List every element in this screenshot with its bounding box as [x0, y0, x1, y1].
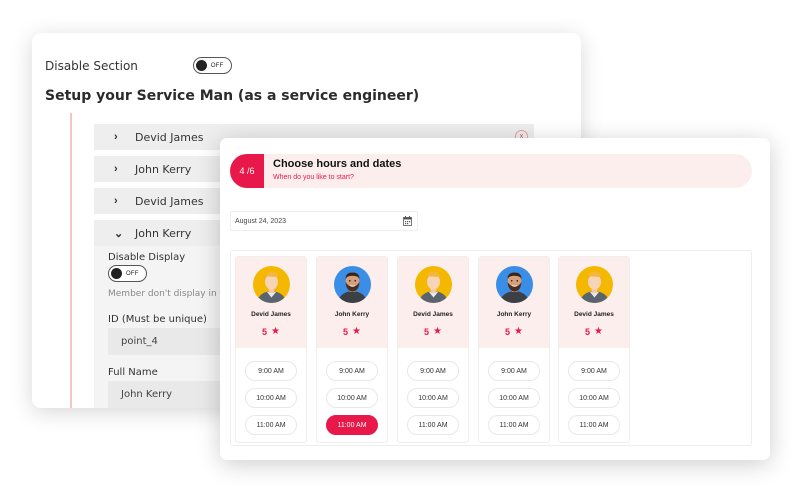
- staff-card-header: John Kerry 5 ★: [479, 257, 549, 348]
- staff-card-header: Devid James 5 ★: [559, 257, 629, 348]
- staff-rating: 5 ★: [236, 326, 306, 338]
- time-slot[interactable]: 9:00 AM: [568, 361, 620, 381]
- disable-display-toggle[interactable]: OFF: [108, 265, 147, 282]
- time-slot[interactable]: 11:00 AM: [488, 415, 540, 435]
- time-slot[interactable]: 9:00 AM: [245, 361, 297, 381]
- time-slot[interactable]: 10:00 AM: [488, 388, 540, 408]
- section-title: Setup your Service Man (as a service eng…: [45, 88, 420, 104]
- staff-card[interactable]: Devid James 5 ★ 9:00 AM 10:00 AM 11:00 A…: [397, 256, 469, 443]
- chevron-right-icon: ›: [114, 131, 118, 143]
- staff-name: John Kerry: [496, 311, 532, 318]
- rating-value: 5: [343, 327, 349, 337]
- staff-grid: Devid James 5 ★ 9:00 AM 10:00 AM 11:00 A…: [230, 250, 752, 446]
- step-subtitle: When do you like to start?: [273, 174, 354, 181]
- time-slot[interactable]: 9:00 AM: [488, 361, 540, 381]
- time-slot-selected[interactable]: 11:00 AM: [326, 415, 378, 435]
- toggle-knob: [195, 60, 207, 71]
- calendar-icon[interactable]: [403, 216, 412, 226]
- staff-card-header: Devid James 5 ★: [236, 257, 306, 348]
- date-input[interactable]: August 24, 2023: [230, 211, 418, 231]
- time-slot[interactable]: 11:00 AM: [245, 415, 297, 435]
- disable-section-label: Disable Section: [45, 58, 138, 73]
- display-help-text: Member don't display in th: [108, 289, 229, 299]
- avatar: [334, 266, 371, 303]
- staff-card-header: John Kerry 5 ★: [317, 257, 387, 348]
- step-header: 4 /6 Choose hours and dates When do you …: [230, 154, 752, 188]
- date-value: August 24, 2023: [235, 217, 286, 225]
- chevron-right-icon: ›: [114, 195, 118, 207]
- staff-rating: 5 ★: [559, 326, 629, 338]
- staff-card-header: Devid James 5 ★: [398, 257, 468, 348]
- accordion-item-label: Devid James: [135, 194, 204, 208]
- accordion-item-label: John Kerry: [135, 226, 192, 240]
- rating-value: 5: [262, 327, 268, 337]
- avatar: [576, 266, 613, 303]
- toggle-state-label: OFF: [210, 62, 224, 69]
- staff-name: John Kerry: [334, 311, 370, 318]
- stage: Disable Section OFF Setup your Service M…: [0, 0, 800, 502]
- staff-rating: 5 ★: [479, 326, 549, 338]
- star-icon: ★: [352, 326, 361, 337]
- staff-name: Devid James: [413, 311, 453, 318]
- staff-card[interactable]: Devid James 5 ★ 9:00 AM 10:00 AM 11:00 A…: [558, 256, 630, 443]
- staff-card[interactable]: John Kerry 5 ★ 9:00 AM 10:00 AM 11:00 AM: [316, 256, 388, 443]
- toggle-knob: [111, 268, 122, 279]
- time-slot[interactable]: 11:00 AM: [407, 415, 459, 435]
- time-slot[interactable]: 10:00 AM: [326, 388, 378, 408]
- rating-value: 5: [505, 327, 511, 337]
- staff-card[interactable]: Devid James 5 ★ 9:00 AM 10:00 AM 11:00 A…: [235, 256, 307, 443]
- star-icon: ★: [514, 326, 523, 337]
- full-name-label: Full Name: [108, 367, 158, 378]
- avatar: [415, 266, 452, 303]
- step-title: Choose hours and dates: [273, 158, 402, 170]
- accordion-item-label: John Kerry: [135, 162, 192, 176]
- toggle-state-label: OFF: [126, 270, 139, 277]
- time-slot[interactable]: 9:00 AM: [407, 361, 459, 381]
- disable-display-label: Disable Display: [108, 252, 186, 263]
- staff-rating: 5 ★: [317, 326, 387, 338]
- time-slot[interactable]: 10:00 AM: [407, 388, 459, 408]
- step-badge: 4 /6: [230, 154, 264, 188]
- chevron-right-icon: ›: [114, 163, 118, 175]
- time-slot[interactable]: 9:00 AM: [326, 361, 378, 381]
- star-icon: ★: [433, 326, 442, 337]
- time-slot[interactable]: 11:00 AM: [568, 415, 620, 435]
- booking-card: 4 /6 Choose hours and dates When do you …: [220, 138, 770, 460]
- rating-value: 5: [424, 327, 430, 337]
- rating-value: 5: [585, 327, 591, 337]
- disable-section-row: Disable Section OFF: [45, 57, 232, 74]
- avatar: [253, 266, 290, 303]
- staff-name: Devid James: [574, 311, 614, 318]
- star-icon: ★: [271, 326, 280, 337]
- time-slot[interactable]: 10:00 AM: [568, 388, 620, 408]
- time-slot[interactable]: 10:00 AM: [245, 388, 297, 408]
- accordion-item-label: Devid James: [135, 130, 204, 144]
- chevron-down-icon: ⌄: [114, 227, 124, 240]
- star-icon: ★: [594, 326, 603, 337]
- id-label: ID (Must be unique): [108, 314, 207, 325]
- staff-card[interactable]: John Kerry 5 ★ 9:00 AM 10:00 AM 11:00 AM: [478, 256, 550, 443]
- disable-section-toggle[interactable]: OFF: [192, 57, 232, 74]
- staff-rating: 5 ★: [398, 326, 468, 338]
- avatar: [496, 266, 533, 303]
- staff-name: Devid James: [251, 311, 291, 318]
